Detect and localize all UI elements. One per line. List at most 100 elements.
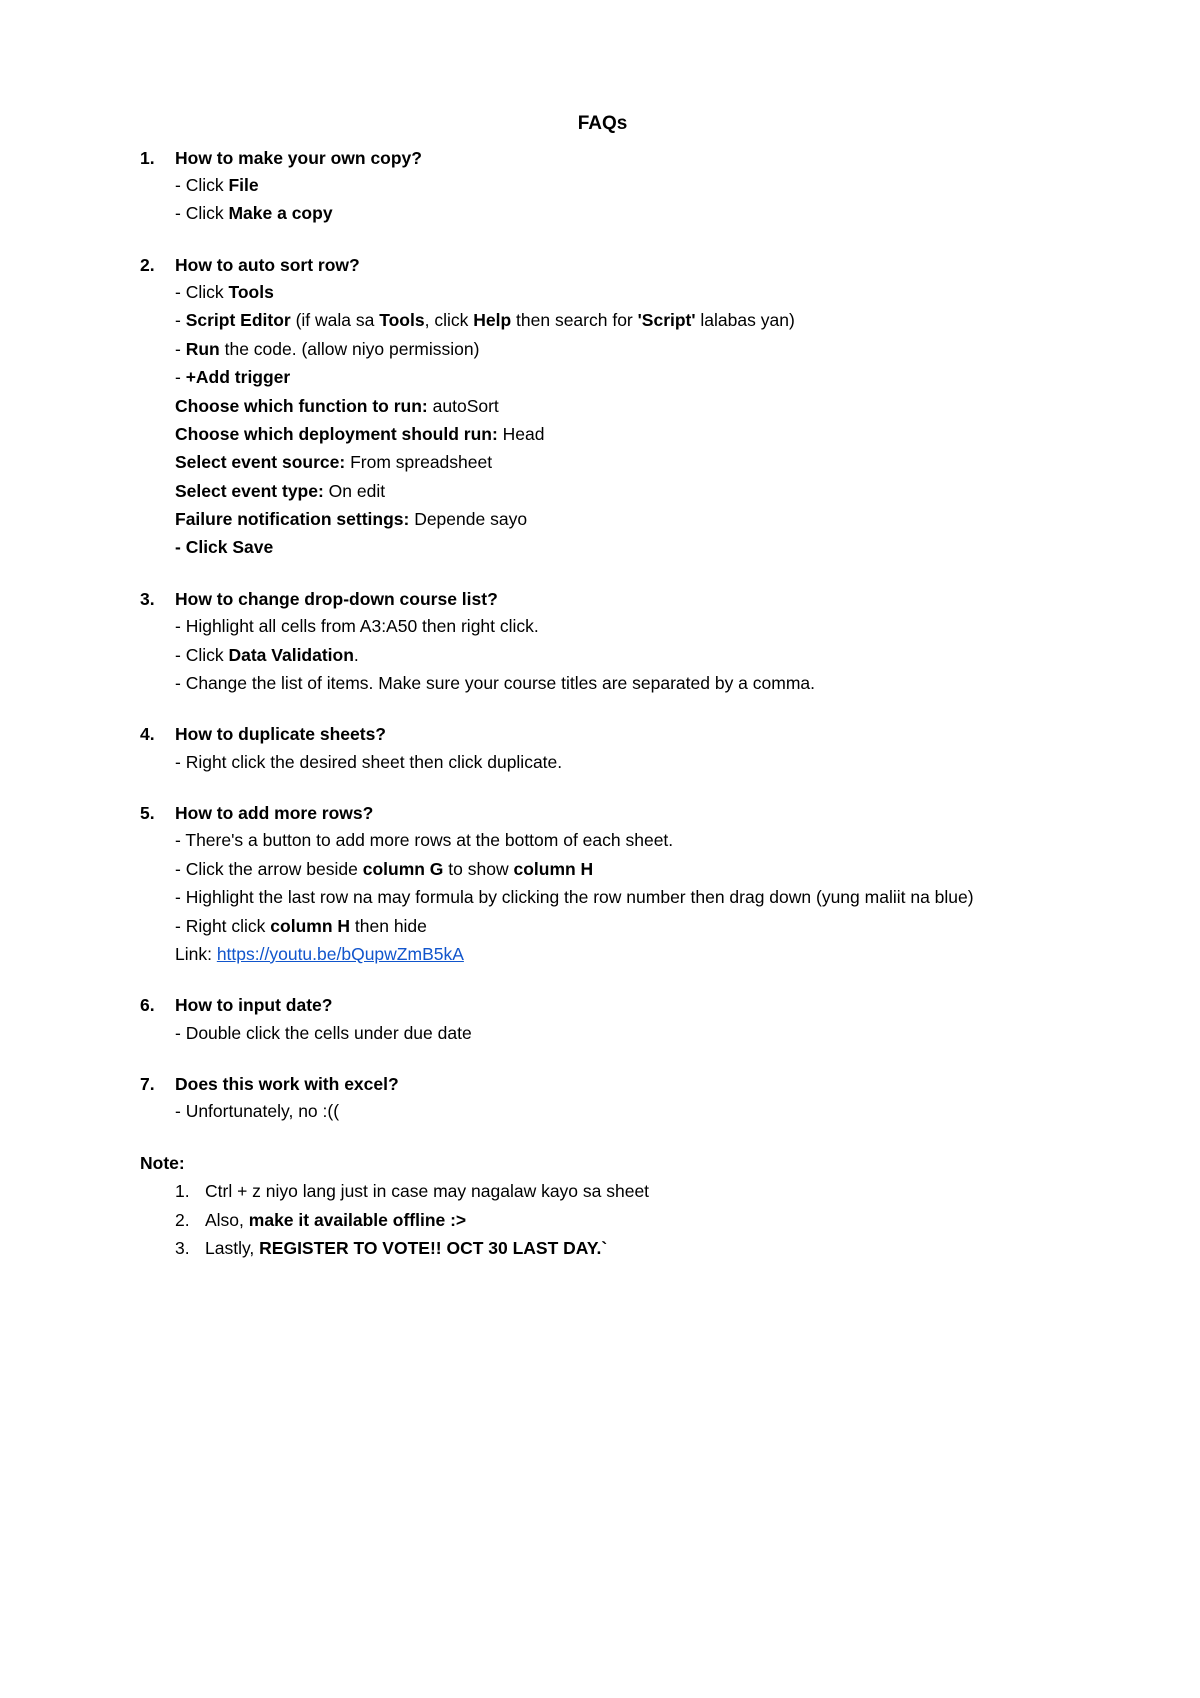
note-number: 3. (175, 1236, 205, 1261)
faq-question-row: 2.How to auto sort row? (140, 253, 1065, 278)
bold-text: Tools (228, 282, 273, 302)
faq-answer: - There's a button to add more rows at t… (140, 828, 1065, 967)
faq-question: How to duplicate sheets? (175, 722, 1065, 747)
text: - There's a button to add more rows at t… (175, 830, 673, 850)
faq-question-row: 6.How to input date? (140, 993, 1065, 1018)
bold-text: - Click Save (175, 537, 273, 557)
faq-question-row: 3.How to change drop-down course list? (140, 587, 1065, 612)
faq-answer: - Unfortunately, no :(( (140, 1099, 1065, 1124)
text: the code. (allow niyo permission) (220, 339, 480, 359)
faq-answer: - Double click the cells under due date (140, 1021, 1065, 1046)
answer-line: Select event type: On edit (175, 479, 1065, 504)
text: - Click (175, 175, 228, 195)
text: - Unfortunately, no :(( (175, 1101, 339, 1121)
answer-line: - Double click the cells under due date (175, 1021, 1065, 1046)
bold-text: Failure notification settings: (175, 509, 409, 529)
answer-line: - Click Make a copy (175, 201, 1065, 226)
text: then search for (511, 310, 637, 330)
text: then hide (350, 916, 427, 936)
text: - Click (175, 645, 228, 665)
answer-line: - Script Editor (if wala sa Tools, click… (175, 308, 1065, 333)
text: (if wala sa (291, 310, 380, 330)
faq-number: 2. (140, 253, 175, 278)
bold-text: column G (363, 859, 444, 879)
faq-item: 5.How to add more rows?- There's a butto… (140, 801, 1065, 967)
text: Depende sayo (409, 509, 527, 529)
bold-text: File (228, 175, 258, 195)
answer-line: - There's a button to add more rows at t… (175, 828, 1065, 853)
external-link[interactable]: https://youtu.be/bQupwZmB5kA (217, 944, 464, 964)
faq-number: 6. (140, 993, 175, 1018)
bold-text: Choose which deployment should run: (175, 424, 498, 444)
faq-answer: - Right click the desired sheet then cli… (140, 750, 1065, 775)
text: - Change the list of items. Make sure yo… (175, 673, 815, 693)
answer-line: - Unfortunately, no :(( (175, 1099, 1065, 1124)
bold-text: REGISTER TO VOTE!! OCT 30 LAST DAY.` (259, 1238, 607, 1258)
text: - (175, 310, 186, 330)
bold-text: Select event type: (175, 481, 324, 501)
faq-item: 7.Does this work with excel? - Unfortunat… (140, 1072, 1065, 1125)
faq-list: 1.How to make your own copy? - Click File… (140, 146, 1065, 1125)
text: - Right click the desired sheet then cli… (175, 752, 562, 772)
text: - Highlight the last row na may formula … (175, 887, 974, 907)
text: - Right click (175, 916, 270, 936)
bold-text: Tools (379, 310, 424, 330)
page-title: FAQs (140, 110, 1065, 138)
answer-line: - Right click column H then hide (175, 914, 1065, 939)
note-list: 1.Ctrl + z niyo lang just in case may na… (140, 1179, 1065, 1261)
faq-question: How to input date? (175, 993, 1065, 1018)
text: - (175, 339, 186, 359)
answer-line: Choose which deployment should run: Head (175, 422, 1065, 447)
text: On edit (324, 481, 385, 501)
answer-line: Link: https://youtu.be/bQupwZmB5kA (175, 942, 1065, 967)
answer-line: - Click Tools (175, 280, 1065, 305)
note-text: Lastly, REGISTER TO VOTE!! OCT 30 LAST D… (205, 1236, 1065, 1261)
faq-question-row: 4.How to duplicate sheets? (140, 722, 1065, 747)
answer-line: Failure notification settings: Depende s… (175, 507, 1065, 532)
faq-number: 1. (140, 146, 175, 171)
faq-item: 2.How to auto sort row?- Click Tools - Sc… (140, 253, 1065, 561)
faq-answer: - Click File- Click Make a copy (140, 173, 1065, 227)
text: lalabas yan) (696, 310, 795, 330)
bold-text: Data Validation (228, 645, 353, 665)
bold-text: Choose which function to run: (175, 396, 428, 416)
text: autoSort (428, 396, 499, 416)
answer-line: - Run the code. (allow niyo permission) (175, 337, 1065, 362)
note-number: 1. (175, 1179, 205, 1204)
note-number: 2. (175, 1208, 205, 1233)
bold-text: Help (473, 310, 511, 330)
text: - Double click the cells under due date (175, 1023, 472, 1043)
faq-question: How to make your own copy? (175, 146, 1065, 171)
faq-answer: - Highlight all cells from A3:A50 then r… (140, 614, 1065, 696)
note-heading: Note: (140, 1151, 1065, 1176)
faq-answer: - Click Tools - Script Editor (if wala sa… (140, 280, 1065, 561)
faq-question-row: 7.Does this work with excel? (140, 1072, 1065, 1097)
bold-text: Script Editor (186, 310, 291, 330)
answer-line: - Right click the desired sheet then cli… (175, 750, 1065, 775)
text: Head (498, 424, 545, 444)
text: Link: (175, 944, 217, 964)
text: Lastly, (205, 1238, 259, 1258)
faq-item: 6.How to input date? - Double click the c… (140, 993, 1065, 1046)
answer-line: - Click Save (175, 535, 1065, 560)
answer-line: - Change the list of items. Make sure yo… (175, 671, 1065, 696)
faq-number: 4. (140, 722, 175, 747)
faq-question: How to add more rows? (175, 801, 1065, 826)
note-item: 3.Lastly, REGISTER TO VOTE!! OCT 30 LAST… (175, 1236, 1065, 1261)
text: - Click (175, 203, 228, 223)
answer-line: Select event source: From spreadsheet (175, 450, 1065, 475)
note-text: Ctrl + z niyo lang just in case may naga… (205, 1179, 1065, 1204)
faq-number: 7. (140, 1072, 175, 1097)
bold-text: Make a copy (228, 203, 332, 223)
text: - (175, 367, 186, 387)
faq-question-row: 1.How to make your own copy? (140, 146, 1065, 171)
bold-text: +Add trigger (186, 367, 291, 387)
faq-question: How to auto sort row? (175, 253, 1065, 278)
answer-line: - +Add trigger (175, 365, 1065, 390)
bold-text: 'Script' (638, 310, 696, 330)
faq-number: 3. (140, 587, 175, 612)
text: - Click the arrow beside (175, 859, 363, 879)
bold-text: Run (186, 339, 220, 359)
text: - Highlight all cells from A3:A50 then r… (175, 616, 539, 636)
answer-line: - Click Data Validation. (175, 643, 1065, 668)
